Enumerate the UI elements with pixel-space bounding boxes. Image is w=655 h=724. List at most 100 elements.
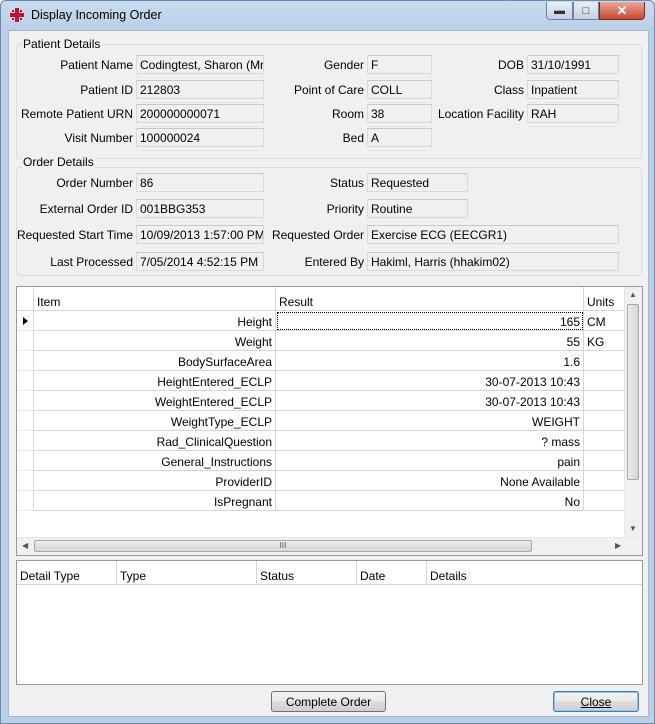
units-cell[interactable] <box>584 371 624 391</box>
visit-number-field[interactable]: 100000024 <box>136 128 264 147</box>
item-cell[interactable]: BodySurfaceArea <box>34 351 276 371</box>
item-cell[interactable]: ProviderID <box>34 471 276 491</box>
column-header-detail-type[interactable]: Detail Type <box>17 561 117 585</box>
column-header-type[interactable]: Type <box>117 561 257 585</box>
minimize-button[interactable]: ▬ <box>546 2 573 20</box>
item-cell[interactable]: Height <box>34 311 276 331</box>
units-cell[interactable]: CM <box>584 311 624 331</box>
row-header[interactable] <box>17 311 34 331</box>
close-button[interactable]: Close <box>553 691 639 712</box>
patient-id-field[interactable]: 212803 <box>136 80 264 99</box>
close-window-button[interactable]: ✕ <box>599 2 645 20</box>
result-cell[interactable]: 165 <box>276 311 584 331</box>
scroll-down-icon[interactable]: ▼ <box>629 524 637 533</box>
horizontal-scroll-thumb[interactable]: III <box>34 540 532 552</box>
class-label: Class <box>493 83 524 97</box>
order-number-field[interactable]: 86 <box>136 173 264 192</box>
result-cell[interactable]: 30-07-2013 10:43 <box>276 391 584 411</box>
dob-field[interactable]: 31/10/1991 <box>527 55 619 74</box>
last-processed-label: Last Processed <box>50 255 133 269</box>
room-field[interactable]: 38 <box>367 104 432 123</box>
column-header-result[interactable]: Result <box>276 287 584 311</box>
complete-order-button[interactable]: Complete Order <box>271 691 386 712</box>
item-cell[interactable]: General_Instructions <box>34 451 276 471</box>
result-cell[interactable]: 1.6 <box>276 351 584 371</box>
scroll-up-icon[interactable]: ▲ <box>629 290 637 299</box>
column-header-item[interactable]: Item <box>34 287 276 311</box>
maximize-button[interactable]: □ <box>573 2 599 20</box>
item-cell[interactable]: WeightType_ECLP <box>34 411 276 431</box>
last-processed-field[interactable]: 7/05/2014 4:52:15 PM <box>136 252 264 271</box>
item-cell[interactable]: Weight <box>34 331 276 351</box>
result-cell[interactable]: pain <box>276 451 584 471</box>
scroll-left-icon[interactable]: ◀ <box>22 541 28 550</box>
point-of-care-field[interactable]: COLL <box>367 80 432 99</box>
grid-corner <box>17 287 34 311</box>
units-cell[interactable] <box>584 451 624 471</box>
column-header-date[interactable]: Date <box>357 561 427 585</box>
result-cell[interactable]: No <box>276 491 584 511</box>
row-header[interactable] <box>17 371 34 391</box>
units-cell[interactable] <box>584 391 624 411</box>
row-header[interactable] <box>17 431 34 451</box>
units-cell[interactable] <box>584 411 624 431</box>
requested-order-label: Requested Order <box>271 228 364 242</box>
details-grid[interactable]: Detail Type Type Status Date Details <box>16 560 643 685</box>
entered-by-label: Entered By <box>304 255 364 269</box>
app-cross-icon <box>10 8 24 22</box>
location-facility-field[interactable]: RAH <box>527 104 619 123</box>
status-field[interactable]: Requested <box>367 173 468 192</box>
row-header[interactable] <box>17 471 34 491</box>
remote-patient-urn-field[interactable]: 200000000071 <box>136 104 264 123</box>
vertical-scrollbar[interactable]: ▲ ▼ <box>624 287 642 538</box>
close-button-label: Close <box>580 695 612 709</box>
results-grid[interactable]: Item Result Units Height 165 CM Weight 55 KG B… <box>16 286 643 556</box>
item-cell[interactable]: IsPregnant <box>34 491 276 511</box>
requested-order-field[interactable]: Exercise ECG (EECGR1) <box>367 225 619 244</box>
row-header[interactable] <box>17 411 34 431</box>
row-header[interactable] <box>17 391 34 411</box>
room-label: Room <box>331 107 364 121</box>
class-field[interactable]: Inpatient <box>527 80 619 99</box>
item-cell[interactable]: HeightEntered_ECLP <box>34 371 276 391</box>
units-cell[interactable]: KG <box>584 331 624 351</box>
point-of-care-label: Point of Care <box>293 83 364 97</box>
bed-field[interactable]: A <box>367 128 432 147</box>
result-cell[interactable]: 55 <box>276 331 584 351</box>
item-cell[interactable]: Rad_ClinicalQuestion <box>34 431 276 451</box>
column-header-status[interactable]: Status <box>257 561 357 585</box>
row-header[interactable] <box>17 491 34 511</box>
horizontal-scrollbar[interactable]: ◀ III ▶ <box>17 537 642 555</box>
location-facility-label: Location Facility <box>437 107 524 121</box>
vertical-scroll-thumb[interactable] <box>627 304 639 480</box>
priority-field[interactable]: Routine <box>367 199 468 218</box>
row-header[interactable] <box>17 351 34 371</box>
units-cell[interactable] <box>584 431 624 451</box>
patient-name-field[interactable]: Codingtest, Sharon (Mr) <box>136 55 264 74</box>
column-header-units[interactable]: Units <box>584 287 624 311</box>
close-icon: ✕ <box>616 2 628 18</box>
bed-label: Bed <box>342 131 364 145</box>
order-number-label: Order Number <box>56 176 133 190</box>
row-header[interactable] <box>17 331 34 351</box>
result-cell[interactable]: None Available <box>276 471 584 491</box>
column-header-details[interactable]: Details <box>427 561 642 585</box>
units-cell[interactable] <box>584 491 624 511</box>
entered-by-field[interactable]: Hakiml, Harris (hhakim02) <box>367 252 619 271</box>
item-cell[interactable]: WeightEntered_ECLP <box>34 391 276 411</box>
result-cell[interactable]: 30-07-2013 10:43 <box>276 371 584 391</box>
requested-start-time-field[interactable]: 10/09/2013 1:57:00 PM <box>136 225 264 244</box>
gender-field[interactable]: F <box>367 55 432 74</box>
result-cell[interactable]: ? mass <box>276 431 584 451</box>
patient-details-title: Patient Details <box>22 37 102 51</box>
result-cell[interactable]: WEIGHT <box>276 411 584 431</box>
scroll-right-icon[interactable]: ▶ <box>615 541 621 550</box>
row-header[interactable] <box>17 451 34 471</box>
external-order-id-field[interactable]: 001BBG353 <box>136 199 264 218</box>
units-cell[interactable] <box>584 351 624 371</box>
title-bar[interactable]: Display Incoming Order ▬ □ ✕ <box>1 1 654 29</box>
requested-start-time-label: Requested Start Time <box>16 228 133 242</box>
external-order-id-label: External Order ID <box>39 202 133 216</box>
units-cell[interactable] <box>584 471 624 491</box>
status-label: Status <box>329 176 364 190</box>
